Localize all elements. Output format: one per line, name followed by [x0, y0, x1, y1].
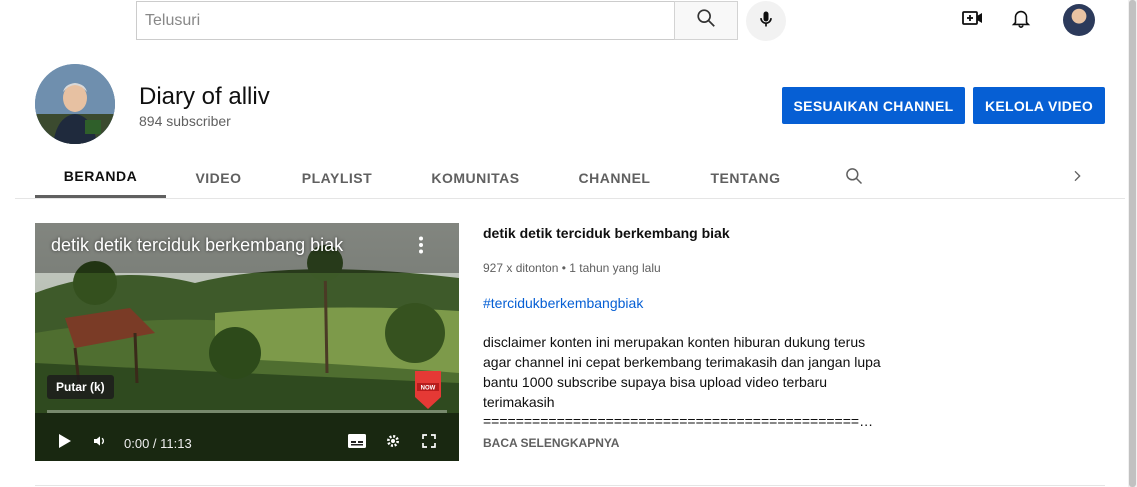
description-separator: ========================================…: [483, 413, 878, 429]
section-divider: [35, 485, 1105, 486]
video-title[interactable]: detik detik terciduk berkembang biak: [483, 225, 730, 241]
account-avatar[interactable]: [1063, 4, 1095, 36]
mic-icon: [756, 9, 776, 34]
chevron-right-icon: [1069, 168, 1085, 187]
scrollbar-thumb[interactable]: [1129, 0, 1136, 487]
tab-beranda[interactable]: BERANDA: [35, 157, 166, 198]
volume-icon: [92, 433, 108, 454]
video-meta: 927 x ditonton • 1 tahun yang lalu: [483, 261, 661, 275]
search-icon: [844, 166, 864, 189]
time-display: 0:00 / 11:13: [124, 436, 192, 451]
create-button[interactable]: [958, 5, 988, 35]
player-overlay-title[interactable]: detik detik terciduk berkembang biak: [51, 235, 343, 256]
notifications-button[interactable]: [1006, 5, 1036, 35]
channel-avatar: [35, 64, 115, 144]
youtube-channel-page: Diary of alliv 894 subscriber SESUAIKAN …: [0, 0, 1137, 487]
tabs-scroll-right-button[interactable]: [1064, 157, 1090, 198]
tab-komunitas[interactable]: KOMUNITAS: [420, 157, 531, 198]
play-icon: [58, 433, 72, 454]
create-video-icon: [961, 6, 985, 35]
manage-videos-button[interactable]: KELOLA VIDEO: [973, 87, 1105, 124]
video-player[interactable]: detik detik terciduk berkembang biak NOW…: [35, 223, 459, 461]
now-badge-text: NOW: [421, 386, 436, 392]
tab-channel[interactable]: CHANNEL: [567, 157, 662, 198]
player-more-button[interactable]: [411, 235, 431, 259]
settings-button[interactable]: [381, 431, 405, 455]
read-more-link[interactable]: BACA SELENGKAPNYA: [483, 436, 619, 450]
mute-button[interactable]: [88, 431, 112, 455]
subtitles-icon: [348, 433, 366, 453]
search-icon: [695, 7, 717, 34]
now-badge: NOW: [413, 371, 443, 411]
video-thumbnail: [35, 223, 459, 461]
search-input[interactable]: [137, 2, 675, 39]
voice-search-button[interactable]: [746, 1, 786, 41]
hashtag-link[interactable]: #tercidukberkembangbiak: [483, 295, 643, 311]
tab-playlist[interactable]: PLAYLIST: [290, 157, 384, 198]
video-description: disclaimer konten ini merupakan konten h…: [483, 334, 881, 410]
subtitles-button[interactable]: [345, 431, 369, 455]
bell-icon: [1010, 7, 1032, 34]
fullscreen-icon: [421, 433, 437, 454]
play-button[interactable]: [53, 431, 77, 455]
tabs-divider: [15, 198, 1125, 199]
tab-tentang[interactable]: TENTANG: [698, 157, 793, 198]
fullscreen-button[interactable]: [417, 431, 441, 455]
subscriber-count: 894 subscriber: [139, 113, 231, 129]
channel-title: Diary of alliv: [139, 83, 270, 110]
tab-video[interactable]: VIDEO: [178, 157, 259, 198]
more-vert-icon: [418, 236, 424, 259]
search-box: [136, 1, 675, 40]
progress-bar[interactable]: [47, 410, 447, 413]
play-tooltip: Putar (k): [47, 375, 114, 399]
customize-channel-button[interactable]: SESUAIKAN CHANNEL: [782, 87, 965, 124]
channel-search-button[interactable]: [838, 157, 870, 198]
gear-icon: [385, 433, 401, 454]
search-button[interactable]: [674, 1, 738, 40]
